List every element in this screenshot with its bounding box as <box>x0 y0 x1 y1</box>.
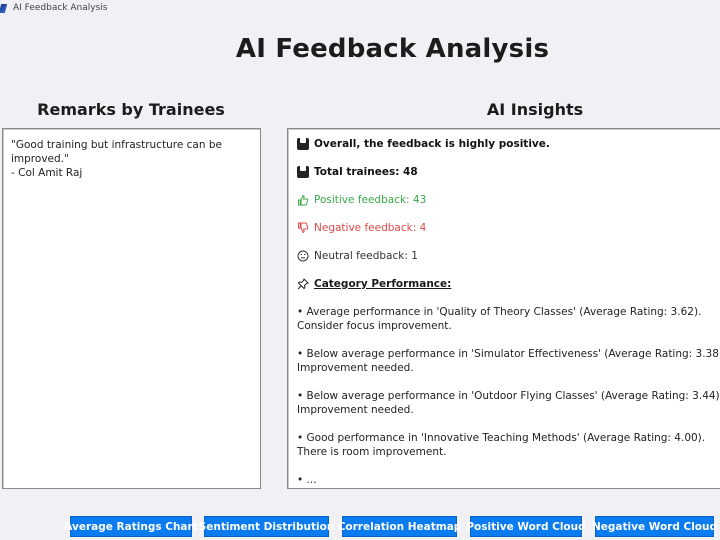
negative-word-cloud-button[interactable]: Negative Word Cloud <box>592 516 717 537</box>
remarks-title: Remarks by Trainees <box>37 100 225 119</box>
negative-feedback: Negative feedback: 4 <box>297 221 720 235</box>
window-title: AI Feedback Analysis <box>13 3 108 13</box>
inbox-tray-icon <box>297 138 309 150</box>
page-title: AI Feedback Analysis <box>235 34 550 64</box>
total-trainees: Total trainees: 48 <box>297 165 720 179</box>
remarks-panel[interactable]: "Good training but infrastructure can be… <box>2 128 261 489</box>
category-bullet: • Good performance in 'Innovative Teachi… <box>297 432 706 458</box>
window-titlebar: AI Feedback Analysis <box>0 0 720 16</box>
average-ratings-chart-button[interactable]: Average Ratings Chart <box>64 516 198 537</box>
remark-author: - Col Amit Raj <box>11 167 83 179</box>
total-trainees-text: Total trainees: 48 <box>314 166 418 178</box>
overall-summary: Overall, the feedback is highly positive… <box>297 137 720 151</box>
remark-item: "Good training but infrastructure can be… <box>11 138 252 180</box>
neutral-feedback: Neutral feedback: 1 <box>297 249 720 263</box>
category-bullet: • ... <box>297 474 317 486</box>
inbox-tray-icon <box>297 166 309 178</box>
category-performance-header: Category Performance: <box>297 277 720 291</box>
negative-feedback-text: Negative feedback: 4 <box>314 222 427 234</box>
correlation-heatmap-button[interactable]: Correlation Heatmap <box>338 516 461 537</box>
category-bullet: • Below average performance in 'Simulato… <box>297 348 720 374</box>
pushpin-icon <box>297 278 309 290</box>
positive-feedback-text: Positive feedback: 43 <box>314 194 427 206</box>
app-icon <box>0 3 8 13</box>
positive-word-cloud-button[interactable]: Positive Word Cloud <box>466 516 586 537</box>
category-performance-title: Category Performance: <box>314 278 452 290</box>
thumbs-up-icon <box>298 194 309 206</box>
overall-summary-text: Overall, the feedback is highly positive… <box>314 138 550 150</box>
neutral-feedback-text: Neutral feedback: 1 <box>314 250 418 262</box>
positive-feedback: Positive feedback: 43 <box>297 193 720 207</box>
remark-quote: "Good training but infrastructure can be… <box>11 139 222 165</box>
sentiment-distribution-button[interactable]: Sentiment Distribution <box>199 516 334 537</box>
category-bullet: • Average performance in 'Quality of The… <box>297 306 702 332</box>
insights-panel[interactable]: Overall, the feedback is highly positive… <box>287 128 720 489</box>
insights-title: AI Insights <box>486 100 584 119</box>
category-bullet: • Below average performance in 'Outdoor … <box>297 390 720 416</box>
thumbs-down-icon <box>298 222 309 234</box>
neutral-face-icon <box>297 250 309 262</box>
